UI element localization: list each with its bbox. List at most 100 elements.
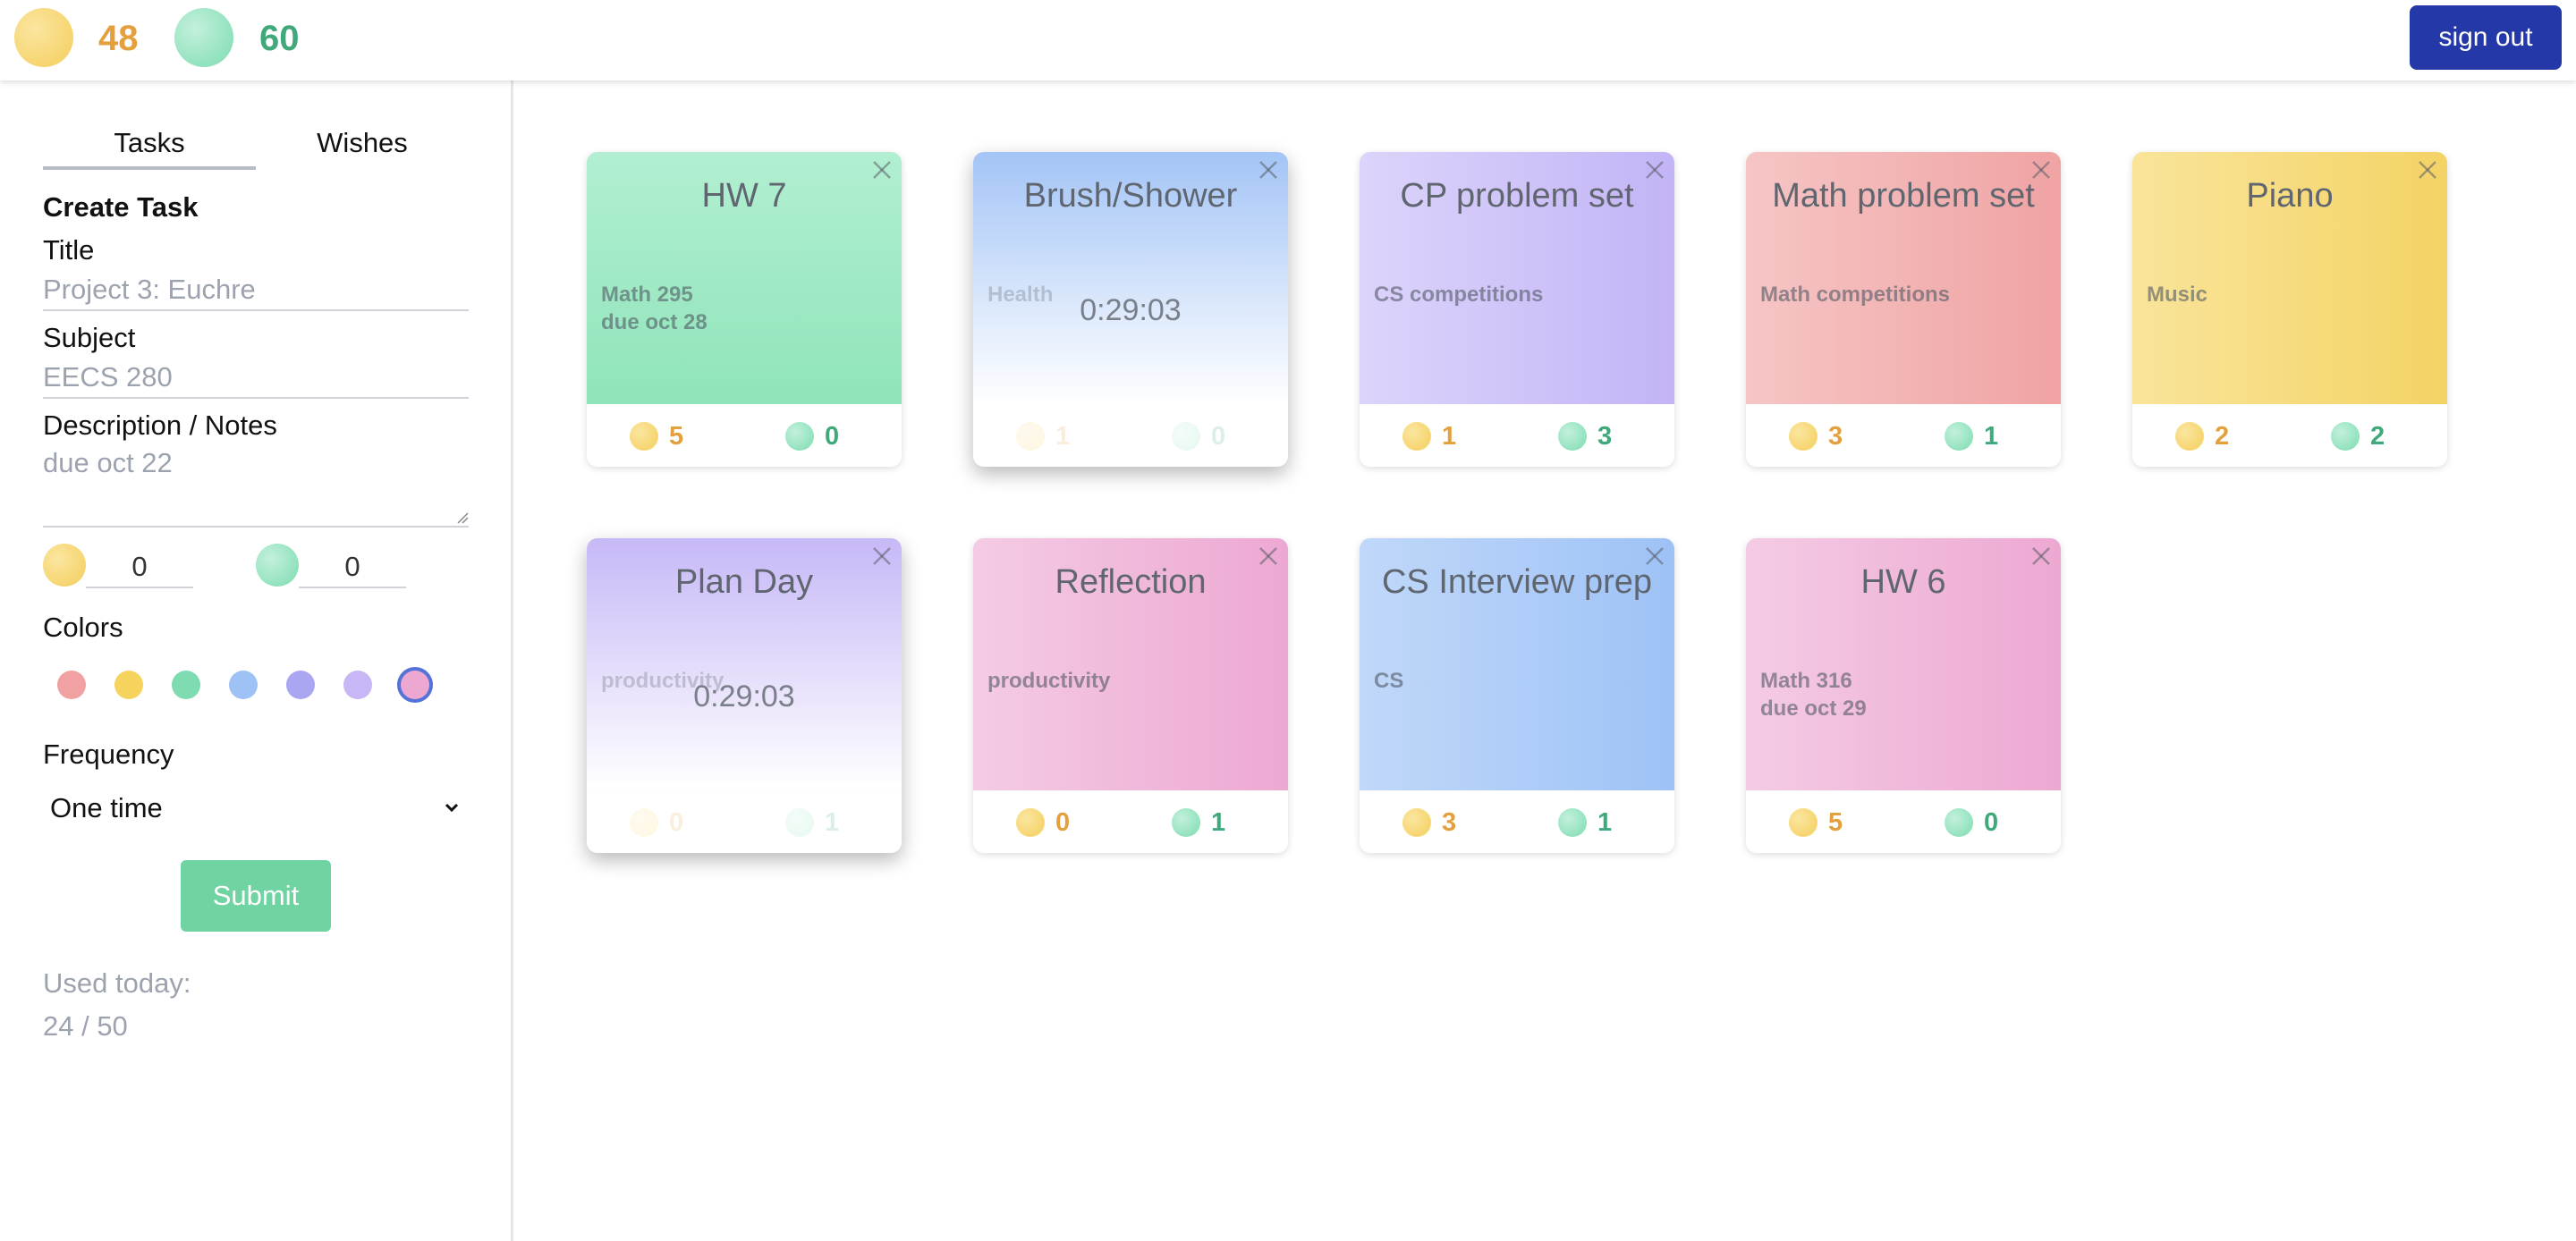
card-green-value: 1 bbox=[1984, 422, 1999, 451]
card-body: CP problem set CS competitions bbox=[1360, 152, 1674, 404]
sign-out-button[interactable]: sign out bbox=[2410, 5, 2562, 70]
card-rewards: 31 bbox=[1360, 790, 1674, 853]
subject-label: Subject bbox=[43, 322, 136, 353]
usage-label: Used today: bbox=[43, 967, 191, 999]
task-card[interactable]: Plan Day productivity 0:29:03 0 1 bbox=[587, 538, 902, 853]
card-rewards: 01 bbox=[587, 790, 902, 853]
gold-coin-icon bbox=[1402, 808, 1431, 837]
close-icon[interactable] bbox=[869, 544, 894, 569]
tab-wishes[interactable]: Wishes bbox=[256, 127, 469, 170]
green-reward-input[interactable]: 0 bbox=[299, 544, 406, 588]
card-gold-value: 3 bbox=[1828, 422, 1843, 451]
card-body: Math problem set Math competitions bbox=[1746, 152, 2061, 404]
card-title: Plan Day bbox=[674, 563, 814, 601]
gold-coin-icon bbox=[1016, 422, 1045, 451]
card-gold-value: 2 bbox=[2215, 422, 2230, 451]
card-gold-value: 0 bbox=[669, 808, 684, 837]
sidebar: Tasks Wishes Create Task Title Project 3… bbox=[0, 80, 513, 1241]
green-coin-icon bbox=[1172, 422, 1200, 451]
close-icon[interactable] bbox=[2415, 157, 2440, 182]
color-swatch[interactable] bbox=[114, 671, 143, 699]
green-coin-icon bbox=[1945, 808, 1973, 837]
task-card[interactable]: CS Interview prep CS 3 1 bbox=[1360, 538, 1674, 853]
color-swatch[interactable] bbox=[286, 671, 315, 699]
tab-tasks[interactable]: Tasks bbox=[43, 127, 256, 170]
card-subtitle: Music bbox=[2147, 283, 2208, 307]
card-green-value: 1 bbox=[825, 808, 840, 837]
card-title: Math problem set bbox=[1772, 177, 2035, 215]
task-card[interactable]: CP problem set CS competitions 1 3 bbox=[1360, 152, 1674, 467]
notes-textarea[interactable]: due oct 22 bbox=[43, 447, 469, 528]
gold-coin-icon bbox=[2175, 422, 2204, 451]
card-subtitle: Math 295 due oct 28 bbox=[601, 283, 708, 334]
frequency-value: One time bbox=[50, 792, 163, 823]
task-card[interactable]: Piano Music 2 2 bbox=[2132, 152, 2447, 467]
gold-coin-icon bbox=[1402, 422, 1431, 451]
submit-button[interactable]: Submit bbox=[181, 860, 331, 932]
close-icon[interactable] bbox=[2029, 157, 2054, 182]
card-green-value: 2 bbox=[2370, 422, 2385, 451]
card-rewards: 31 bbox=[1746, 404, 2061, 467]
notes-placeholder: due oct 22 bbox=[43, 447, 173, 478]
card-body: Piano Music bbox=[2132, 152, 2447, 404]
gold-coin-icon bbox=[1789, 422, 1818, 451]
green-coin-icon bbox=[174, 8, 233, 67]
task-card[interactable]: Math problem set Math competitions 3 1 bbox=[1746, 152, 2061, 467]
card-timer: 0:29:03 bbox=[1080, 293, 1182, 327]
card-title: Piano bbox=[2246, 177, 2334, 215]
gold-balance: 48 bbox=[98, 19, 139, 58]
gold-reward-input[interactable]: 0 bbox=[86, 544, 193, 588]
green-coin-icon bbox=[1558, 808, 1587, 837]
card-gold-value: 5 bbox=[1828, 808, 1843, 837]
card-green-value: 3 bbox=[1597, 422, 1613, 451]
gold-coin-icon bbox=[630, 422, 658, 451]
card-gold-value: 3 bbox=[1442, 808, 1457, 837]
task-card[interactable]: HW 6 Math 316 due oct 29 5 0 bbox=[1746, 538, 2061, 853]
card-timer: 0:29:03 bbox=[693, 680, 795, 713]
task-card[interactable]: Reflection productivity 0 1 bbox=[973, 538, 1288, 853]
close-icon[interactable] bbox=[1642, 544, 1667, 569]
card-subtitle: Math 316 due oct 29 bbox=[1760, 669, 1867, 721]
frequency-label: Frequency bbox=[43, 739, 174, 770]
color-swatch[interactable] bbox=[57, 671, 86, 699]
close-icon[interactable] bbox=[2029, 544, 2054, 569]
gold-coin-icon bbox=[14, 8, 73, 67]
card-title: HW 6 bbox=[1860, 563, 1946, 601]
card-title: Reflection bbox=[1055, 563, 1207, 601]
chevron-down-icon bbox=[445, 803, 459, 813]
green-coin-icon bbox=[1172, 808, 1200, 837]
usage-value: 24 / 50 bbox=[43, 1010, 128, 1042]
green-coin-icon bbox=[785, 808, 814, 837]
card-body: Plan Day productivity 0:29:03 bbox=[587, 538, 902, 790]
resize-handle-icon[interactable] bbox=[454, 510, 469, 524]
green-coin-icon bbox=[256, 544, 299, 587]
gold-coin-icon bbox=[1016, 808, 1045, 837]
close-icon[interactable] bbox=[1256, 544, 1281, 569]
color-swatch[interactable] bbox=[401, 671, 429, 699]
green-coin-icon bbox=[785, 422, 814, 451]
green-coin-icon bbox=[1558, 422, 1587, 451]
gold-coin-icon bbox=[630, 808, 658, 837]
task-card[interactable]: Brush/Shower Health 0:29:03 1 0 bbox=[973, 152, 1288, 467]
card-subtitle: CS bbox=[1374, 669, 1404, 693]
close-icon[interactable] bbox=[1642, 157, 1667, 182]
card-body: Brush/Shower Health 0:29:03 bbox=[973, 152, 1288, 404]
card-title: CS Interview prep bbox=[1381, 563, 1652, 601]
close-icon[interactable] bbox=[869, 157, 894, 182]
color-swatch[interactable] bbox=[229, 671, 258, 699]
card-title: Brush/Shower bbox=[1023, 177, 1238, 215]
notes-label: Description / Notes bbox=[43, 409, 277, 441]
top-bar: 48 60 sign out bbox=[0, 0, 2576, 80]
task-card[interactable]: HW 7 Math 295 due oct 28 5 0 bbox=[587, 152, 902, 467]
card-body: HW 7 Math 295 due oct 28 bbox=[587, 152, 902, 404]
subject-input[interactable]: EECS 280 bbox=[43, 359, 469, 399]
color-swatch[interactable] bbox=[172, 671, 200, 699]
color-swatch[interactable] bbox=[343, 671, 372, 699]
close-icon[interactable] bbox=[1256, 157, 1281, 182]
frequency-select[interactable]: One time bbox=[43, 785, 469, 830]
card-body: CS Interview prep CS bbox=[1360, 538, 1674, 790]
card-rewards: 50 bbox=[587, 404, 902, 467]
title-input[interactable]: Project 3: Euchre bbox=[43, 272, 469, 311]
card-rewards: 13 bbox=[1360, 404, 1674, 467]
card-rewards: 01 bbox=[973, 790, 1288, 853]
